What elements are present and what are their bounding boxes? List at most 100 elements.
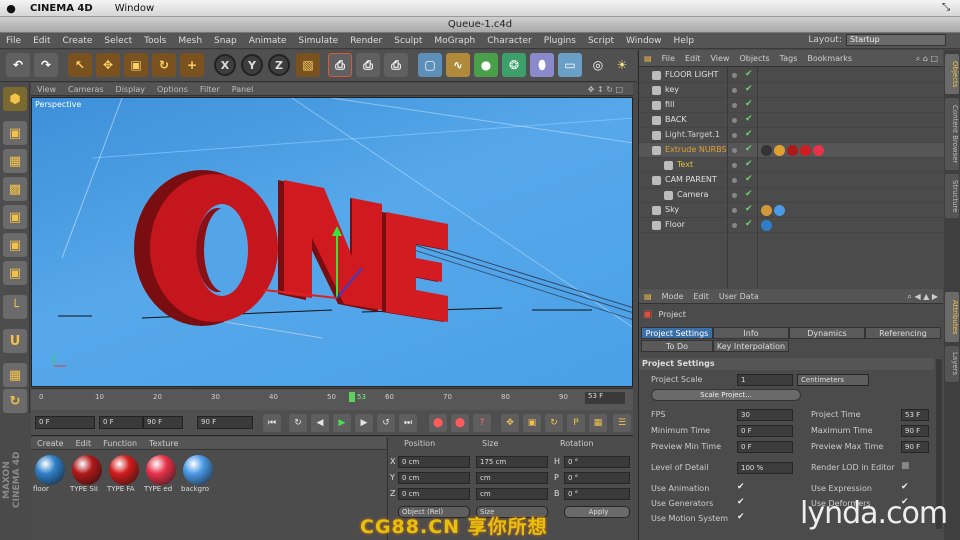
keyframe-selection-icon[interactable]: ? [473, 414, 491, 432]
object-name[interactable]: CAM PARENT [665, 175, 717, 184]
coord-pos-y[interactable]: 0 cm [398, 472, 470, 484]
y-axis-lock-icon[interactable]: Y [241, 54, 263, 76]
preview-max-field[interactable]: 90 F [901, 441, 929, 453]
menu-file[interactable]: File [0, 33, 27, 49]
object-row[interactable]: Floor ✔ [639, 218, 944, 233]
enabled-check-icon[interactable]: ✔ [745, 144, 753, 154]
mat-menu-create[interactable]: Create [31, 437, 70, 450]
object-name[interactable]: Light.Target.1 [665, 130, 720, 139]
spline-pen-icon[interactable]: ∿ [446, 53, 470, 77]
use-generators-checkbox[interactable]: ✔ [737, 497, 745, 507]
x-axis-lock-icon[interactable]: X [214, 54, 236, 76]
object-tag-icon[interactable] [774, 205, 785, 216]
side-tab-objects[interactable]: Objects [945, 54, 959, 94]
menu-tools[interactable]: Tools [138, 33, 172, 49]
mac-window-menu[interactable]: Window [115, 3, 154, 14]
next-frame-icon[interactable]: ▶ [355, 414, 373, 432]
object-tag-icon[interactable] [800, 145, 811, 156]
live-selection-icon[interactable]: ↖ [68, 53, 92, 77]
object-tag-icon[interactable] [787, 145, 798, 156]
tab-to-do[interactable]: To Do [641, 340, 713, 352]
go-to-start-icon[interactable]: ⏮ [263, 414, 281, 432]
points-mode-icon[interactable]: ▣ [3, 205, 27, 229]
record-icon[interactable]: ⬤ [429, 414, 447, 432]
object-tag-icon[interactable] [761, 220, 772, 231]
coord-size-y[interactable]: cm [476, 472, 548, 484]
obj-menu-bookmarks[interactable]: Bookmarks [802, 50, 857, 67]
layout-dropdown[interactable]: Startup [846, 34, 946, 46]
menu-help[interactable]: Help [668, 33, 701, 49]
tab-info[interactable]: Info [713, 327, 789, 339]
project-scale-field[interactable]: 1 [737, 374, 793, 386]
enabled-check-icon[interactable]: ✔ [745, 69, 753, 79]
object-row[interactable]: key ✔ [639, 83, 944, 98]
menu-select[interactable]: Select [98, 33, 138, 49]
app-menu[interactable]: CINEMA 4D [30, 3, 93, 14]
attributes-menu-icon[interactable]: ▤ [639, 289, 657, 304]
object-row[interactable]: Extrude NURBS ✔ [639, 143, 944, 158]
undo-icon[interactable]: ↶ [6, 53, 30, 77]
project-scale-unit-dropdown[interactable]: Centimeters [797, 374, 869, 386]
visibility-dot[interactable] [732, 178, 737, 183]
lod-field[interactable]: 100 % [737, 462, 793, 474]
visibility-dot[interactable] [732, 148, 737, 153]
enabled-check-icon[interactable]: ✔ [745, 114, 753, 124]
menu-snap[interactable]: Snap [208, 33, 243, 49]
attr-nav-icons[interactable]: ⌕ ◀ ▲ ▶ [902, 289, 943, 304]
go-to-end-icon[interactable]: ⏭ [399, 414, 417, 432]
key-param-icon[interactable]: P [567, 414, 585, 432]
obj-menu-file[interactable]: File [657, 50, 680, 67]
side-tab-attributes[interactable]: Attributes [945, 292, 959, 342]
object-tag-icon[interactable] [813, 145, 824, 156]
enabled-check-icon[interactable]: ✔ [745, 204, 753, 214]
project-time-field[interactable]: 53 F [901, 409, 929, 421]
visibility-dot[interactable] [732, 208, 737, 213]
use-expression-checkbox[interactable]: ✔ [901, 482, 909, 492]
enabled-check-icon[interactable]: ✔ [745, 84, 753, 94]
current-frame-field[interactable]: 53 F [585, 392, 625, 404]
visibility-dot[interactable] [732, 118, 737, 123]
vp-menu-panel[interactable]: Panel [226, 83, 260, 96]
viewport-nav-icons[interactable]: ✥ ↕ ↻ □ [582, 83, 629, 96]
nurbs-icon[interactable]: ● [474, 53, 498, 77]
object-name[interactable]: FLOOR LIGHT [665, 70, 718, 79]
key-rotation-icon[interactable]: ↻ [545, 414, 563, 432]
material-swatch[interactable]: TYPE FA [107, 455, 141, 497]
axis-mode-icon[interactable]: └ [3, 295, 27, 319]
coord-pos-z[interactable]: 0 cm [398, 488, 470, 500]
timeline-menu-icon[interactable]: ☰ [613, 414, 631, 432]
cube-icon[interactable]: ▢ [418, 53, 442, 77]
render-lod-checkbox[interactable]: ■ [901, 461, 910, 471]
object-row[interactable]: Sky ✔ [639, 203, 944, 218]
coord-size-z[interactable]: cm [476, 488, 548, 500]
object-name[interactable]: Floor [665, 220, 685, 229]
polygons-mode-icon[interactable]: ▣ [3, 261, 27, 285]
edges-mode-icon[interactable]: ▣ [3, 233, 27, 257]
attr-menu-edit[interactable]: Edit [688, 289, 714, 304]
object-name[interactable]: fill [665, 100, 674, 109]
light-icon[interactable]: ☀ [610, 53, 634, 77]
menu-mograph[interactable]: MoGraph [428, 33, 481, 49]
render-settings-icon[interactable]: ⎙ [384, 53, 408, 77]
tab-referencing[interactable]: Referencing [865, 327, 941, 339]
enabled-check-icon[interactable]: ✔ [745, 99, 753, 109]
menu-sculpt[interactable]: Sculpt [388, 33, 428, 49]
obj-menu-edit[interactable]: Edit [680, 50, 706, 67]
timeline-playhead[interactable] [349, 392, 355, 402]
attr-menu-mode[interactable]: Mode [657, 289, 689, 304]
object-row[interactable]: Camera ✔ [639, 188, 944, 203]
attr-menu-userdata[interactable]: User Data [714, 289, 764, 304]
add-icon[interactable]: + [180, 53, 204, 77]
snap-icon[interactable]: U [3, 329, 27, 353]
menu-script[interactable]: Script [582, 33, 620, 49]
tab-project-settings[interactable]: Project Settings [641, 327, 713, 339]
preview-min-field[interactable]: 0 F [737, 441, 793, 453]
mat-menu-texture[interactable]: Texture [143, 437, 184, 450]
start-frame-field[interactable]: 0 F [35, 416, 95, 429]
coord-size-x[interactable]: 175 cm [476, 456, 548, 468]
object-row[interactable]: FLOOR LIGHT ✔ [639, 68, 944, 83]
mat-menu-function[interactable]: Function [97, 437, 143, 450]
search-icon[interactable]: ⌕ ⌂ □ [911, 50, 943, 67]
render-picture-viewer-icon[interactable]: ⎙ [356, 53, 380, 77]
coordinate-system-icon[interactable]: ▧ [296, 53, 320, 77]
